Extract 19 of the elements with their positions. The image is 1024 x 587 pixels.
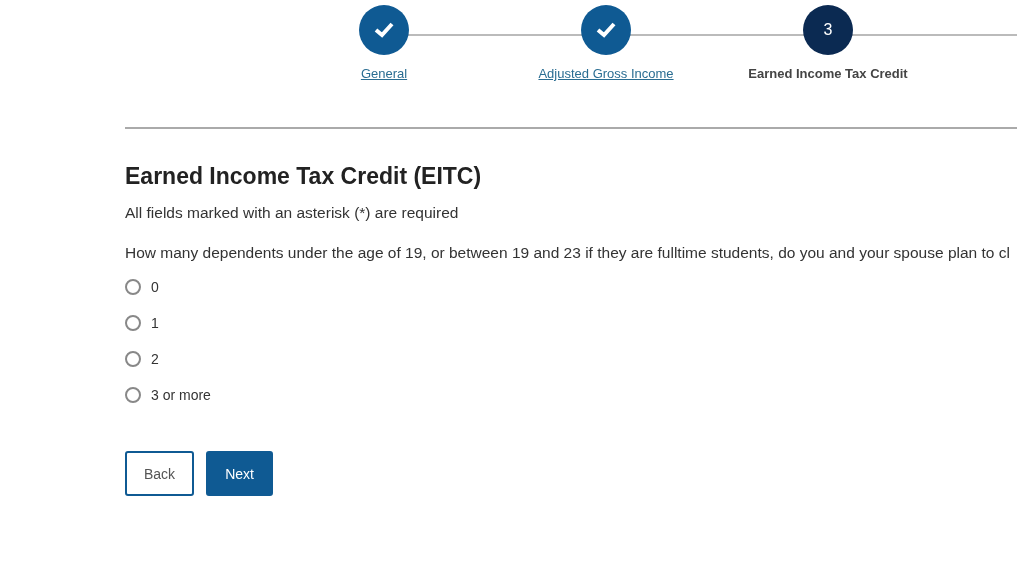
current-step-circle: 3 — [803, 5, 853, 55]
next-button[interactable]: Next — [206, 451, 273, 496]
option-label: 0 — [151, 279, 159, 295]
step-label: Earned Income Tax Credit — [748, 66, 908, 81]
radio-button[interactable] — [125, 387, 141, 403]
step-link[interactable]: General — [360, 66, 408, 81]
checkmark-icon — [596, 22, 616, 38]
option-label: 3 or more — [151, 387, 211, 403]
checkmark-icon — [374, 22, 394, 38]
option-label: 2 — [151, 351, 159, 367]
radio-button[interactable] — [125, 351, 141, 367]
step-link[interactable]: Adjusted Gross Income — [538, 66, 674, 81]
back-button[interactable]: Back — [125, 451, 195, 496]
required-note: All fields marked with an asterisk (*) are required — [125, 204, 460, 222]
page-heading: Earned Income Tax Credit (EITC) — [125, 163, 483, 190]
question-text: How many dependents under the age of 19, or between 19 and 23 if they are fulltime students, do you and your spouse plan to cl — [125, 244, 1011, 262]
radio-button[interactable] — [125, 315, 141, 331]
option-label: 1 — [151, 315, 159, 331]
radio-button[interactable] — [125, 279, 141, 295]
